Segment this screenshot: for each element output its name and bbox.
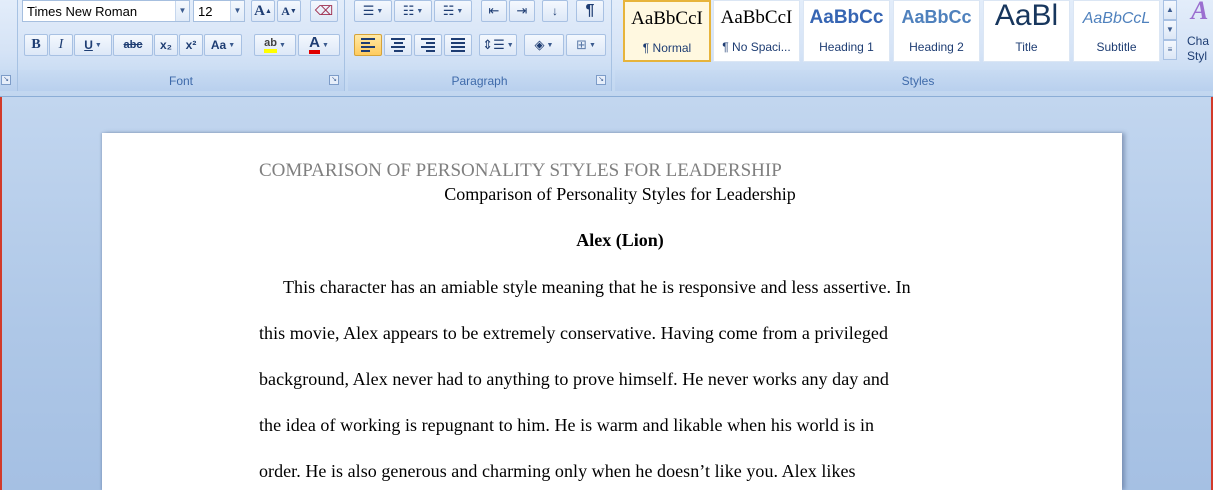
chevron-down-icon[interactable]: ▼ — [547, 42, 554, 49]
change-styles-icon: A — [1191, 0, 1209, 25]
chevron-down-icon[interactable]: ▼ — [322, 42, 329, 49]
window-border-left — [0, 97, 2, 490]
style-heading-1[interactable]: AaBbCc Heading 1 — [803, 0, 890, 62]
grow-font-button[interactable]: A ▲ — [251, 0, 275, 22]
font-group: Times New Roman ▼ 12 ▼ A ▲ A ▼ ⌫ B I U ▼ ab… — [18, 0, 345, 91]
paragraph-dialog-launcher[interactable]: ↘ — [596, 75, 606, 85]
style-heading-2[interactable]: AaBbCc Heading 2 — [893, 0, 980, 62]
shrink-font-button[interactable]: A ▼ — [277, 0, 301, 22]
bullet-list-icon: ☰ — [362, 3, 375, 18]
multilevel-list-icon: ☵ — [442, 3, 455, 18]
gallery-scroll-down-button[interactable]: ▼ — [1163, 20, 1177, 40]
chevron-down-icon[interactable]: ▼ — [230, 1, 244, 21]
chevron-down-icon[interactable]: ▼ — [416, 8, 423, 15]
underline-button[interactable]: U ▼ — [74, 34, 112, 56]
align-center-button[interactable] — [384, 34, 412, 56]
chevron-down-icon[interactable]: ▼ — [456, 8, 463, 15]
borders-icon: ⊞ — [576, 37, 587, 52]
gallery-scroll-up-button[interactable]: ▲ — [1163, 0, 1177, 20]
subscript-button[interactable]: x₂ — [154, 34, 178, 56]
increase-indent-icon: ⇥ — [516, 3, 528, 18]
style-title[interactable]: AaBl Title — [983, 0, 1070, 62]
highlighter-icon: ab — [264, 37, 277, 53]
align-left-button[interactable] — [354, 34, 382, 56]
numbering-button[interactable]: ☷ ▼ — [394, 0, 432, 22]
pilcrow-icon: ¶ — [585, 2, 595, 19]
document-page[interactable]: COMPARISON OF PERSONALITY STYLES FOR LEA… — [102, 133, 1122, 490]
change-case-button[interactable]: Aa ▼ — [204, 34, 242, 56]
clipboard-group: ↘ — [0, 0, 18, 91]
font-size-dropdown[interactable]: 12 ▼ — [193, 0, 245, 22]
borders-button[interactable]: ⊞ ▼ — [566, 34, 606, 56]
styles-group: AaBbCcI ¶ Normal AaBbCcI ¶ No Spaci... A… — [615, 0, 1213, 91]
paragraph-group-label: Paragraph — [451, 74, 508, 88]
body-line[interactable]: the idea of working is repugnant to him.… — [259, 415, 874, 436]
highlight-color-button[interactable]: ab ▼ — [254, 34, 296, 56]
styles-group-label: Styles — [901, 74, 935, 88]
decrease-indent-icon: ⇤ — [488, 3, 500, 18]
gallery-more-button[interactable]: ≡ — [1163, 40, 1177, 60]
paragraph-group: ☰ ▼ ☷ ▼ ☵ ▼ ⇤ ⇥ ↓ ¶ ⇕☰ ▼ ◈ ▼ ⊞ ▼ Paragra… — [348, 0, 612, 91]
clipboard-dialog-launcher[interactable]: ↘ — [1, 75, 11, 85]
shading-button[interactable]: ◈ ▼ — [524, 34, 564, 56]
eraser-icon: ⌫ — [314, 3, 334, 18]
chevron-down-icon[interactable]: ▼ — [279, 42, 286, 49]
font-color-icon: A — [309, 35, 320, 54]
document-title[interactable]: Comparison of Personality Styles for Lea… — [102, 184, 1122, 205]
justify-icon — [451, 36, 465, 54]
sort-icon: ↓ — [552, 4, 558, 18]
chevron-down-icon[interactable]: ▼ — [228, 42, 235, 49]
change-styles-button[interactable]: A Cha Styl — [1183, 0, 1213, 70]
clear-formatting-button[interactable]: ⌫ — [310, 0, 338, 22]
numbered-list-icon: ☷ — [402, 3, 415, 18]
chevron-down-icon[interactable]: ▼ — [589, 42, 596, 49]
sort-button[interactable]: ↓ — [542, 0, 568, 22]
show-formatting-button[interactable]: ¶ — [576, 0, 604, 22]
superscript-button[interactable]: x² — [179, 34, 203, 56]
bullets-button[interactable]: ☰ ▼ — [354, 0, 392, 22]
decrease-indent-button[interactable]: ⇤ — [481, 0, 507, 22]
line-spacing-button[interactable]: ⇕☰ ▼ — [479, 34, 517, 56]
font-group-label: Font — [168, 74, 193, 88]
align-left-icon — [361, 36, 375, 54]
line-spacing-icon: ⇕☰ — [482, 37, 505, 52]
align-right-button[interactable] — [414, 34, 442, 56]
chevron-down-icon[interactable]: ▼ — [376, 8, 383, 15]
body-line[interactable]: This character has an amiable style mean… — [283, 277, 911, 298]
font-size-value: 12 — [198, 4, 213, 19]
font-name-dropdown[interactable]: Times New Roman ▼ — [22, 0, 190, 22]
font-name-value: Times New Roman — [27, 4, 138, 19]
increase-indent-button[interactable]: ⇥ — [509, 0, 535, 22]
font-color-button[interactable]: A ▼ — [298, 34, 340, 56]
italic-button[interactable]: I — [49, 34, 73, 56]
body-line[interactable]: background, Alex never had to anything t… — [259, 369, 889, 390]
chevron-down-icon[interactable]: ▼ — [175, 1, 189, 21]
strikethrough-button[interactable]: abc — [113, 34, 153, 56]
align-right-icon — [421, 36, 435, 54]
change-styles-label: Cha Styl — [1187, 34, 1210, 63]
bold-button[interactable]: B — [24, 34, 48, 56]
chevron-down-icon[interactable]: ▼ — [95, 42, 102, 49]
paint-bucket-icon: ◈ — [534, 37, 545, 52]
ribbon: ↘ Times New Roman ▼ 12 ▼ A ▲ A ▼ ⌫ B I U ▼ — [0, 0, 1213, 97]
style-normal[interactable]: AaBbCcI ¶ Normal — [623, 0, 711, 62]
align-center-icon — [391, 36, 405, 54]
running-header[interactable]: COMPARISON OF PERSONALITY STYLES FOR LEA… — [259, 160, 782, 182]
multilevel-list-button[interactable]: ☵ ▼ — [434, 0, 472, 22]
style-no-spacing[interactable]: AaBbCcI ¶ No Spaci... — [713, 0, 800, 62]
font-dialog-launcher[interactable]: ↘ — [329, 75, 339, 85]
body-line[interactable]: this movie, Alex appears to be extremely… — [259, 323, 888, 344]
style-subtitle[interactable]: AaBbCcL Subtitle — [1073, 0, 1160, 62]
justify-button[interactable] — [444, 34, 472, 56]
body-line[interactable]: order. He is also generous and charming … — [259, 461, 856, 482]
chevron-down-icon[interactable]: ▼ — [507, 42, 514, 49]
section-heading[interactable]: Alex (Lion) — [102, 230, 1122, 251]
